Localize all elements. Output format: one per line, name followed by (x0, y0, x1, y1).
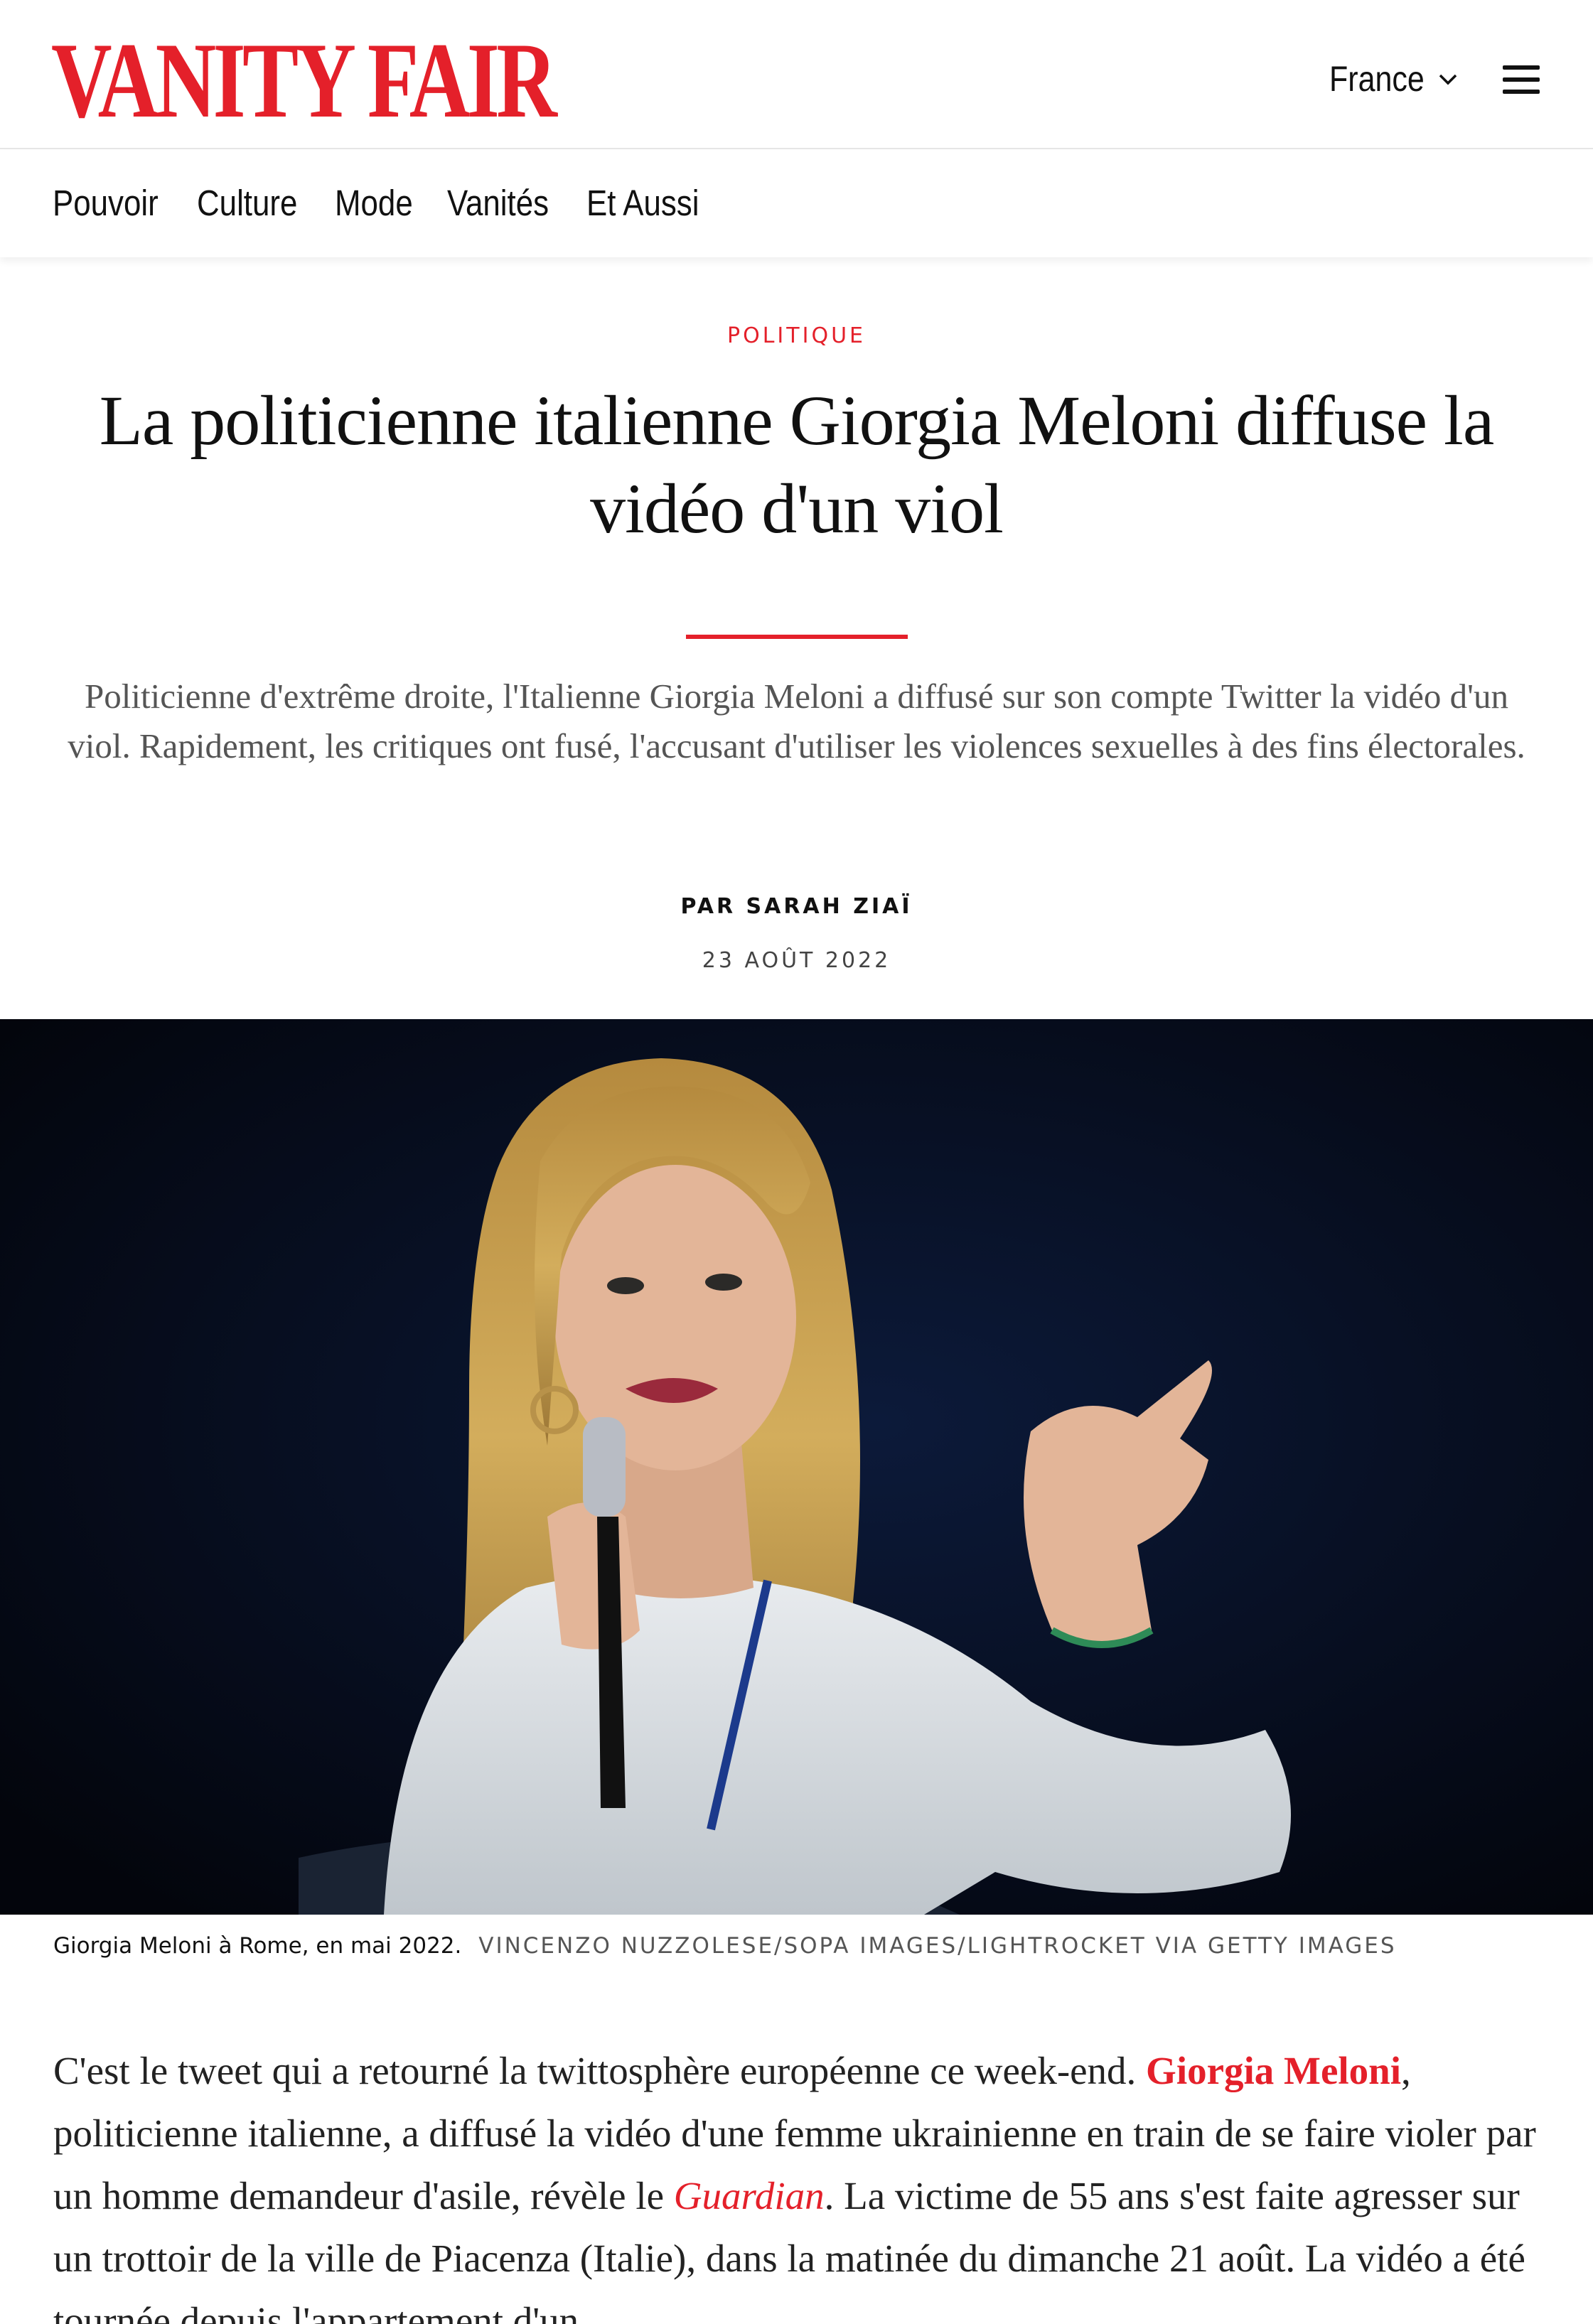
article-dek: Politicienne d'extrême droite, l'Italien… (68, 677, 1525, 765)
edition-label: France (1329, 59, 1425, 99)
nav-list: Pouvoir Culture Mode Vanités Et Aussi (53, 182, 739, 224)
lead-photo-illustration (0, 1019, 1593, 1915)
article-body: C'est le tweet qui a retourné la twittos… (53, 2040, 1546, 2324)
photo-caption: Giorgia Meloni à Rome, en mai 2022. VINC… (53, 1933, 1546, 1959)
link-guardian[interactable]: Guardian (674, 2174, 825, 2217)
article-rubric[interactable]: POLITIQUE (0, 323, 1593, 348)
publish-date: 23 AOÛT 2022 (702, 948, 891, 973)
edition-selector[interactable]: France (1329, 58, 1460, 99)
link-giorgia-meloni[interactable]: Giorgia Meloni (1146, 2049, 1401, 2092)
headline-divider (686, 635, 908, 639)
section-nav: Pouvoir Culture Mode Vanités Et Aussi (0, 151, 1593, 257)
nav-item-mode[interactable]: Mode (335, 182, 426, 224)
body-paragraph: C'est le tweet qui a retourné la twittos… (53, 2049, 1536, 2324)
caption-text: Giorgia Meloni à Rome, en mai 2022. (53, 1933, 462, 1959)
nav-item-et-aussi[interactable]: Et Aussi (586, 182, 717, 224)
lead-photo (0, 1019, 1593, 1915)
nav-item-culture[interactable]: Culture (197, 182, 313, 224)
hamburger-menu-icon[interactable] (1503, 65, 1540, 94)
article-headline: La politicienne italienne Giorgia Meloni… (99, 381, 1494, 548)
nav-item-vanites[interactable]: Vanités (447, 182, 565, 224)
article-byline[interactable]: PAR SARAH ZIAÏ (0, 894, 1593, 919)
site-header: VANITY FAIR France (0, 0, 1593, 149)
site-logo[interactable]: VANITY FAIR (51, 26, 557, 134)
photo-credit: VINCENZO NUZZOLESE/SOPA IMAGES/LIGHTROCK… (478, 1933, 1397, 1959)
chevron-down-icon (1439, 74, 1457, 85)
nav-item-pouvoir[interactable]: Pouvoir (53, 182, 176, 224)
